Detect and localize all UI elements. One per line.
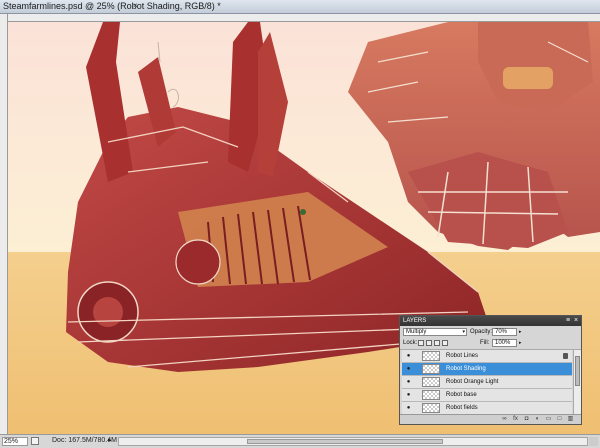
adjustment-icon[interactable]: ◐ (533, 416, 542, 423)
lock-all-icon[interactable] (442, 340, 448, 346)
group-icon[interactable]: ▭ (544, 416, 553, 423)
horizontal-ruler[interactable] (8, 14, 600, 22)
blend-mode-value: Multiply (406, 329, 427, 335)
eye-icon[interactable]: ● (404, 379, 413, 386)
opacity-input[interactable]: 70% (492, 328, 517, 336)
fill-slider-arrow-icon[interactable]: ▸ (519, 340, 522, 346)
layer-thumbnail (422, 403, 440, 413)
eye-icon[interactable]: ● (404, 353, 413, 360)
status-bar: 25% Doc: 167.5M/780.4M ▸ (0, 434, 600, 448)
layer-name: Robot Shading (446, 366, 486, 372)
layer-thumbnail (422, 364, 440, 374)
layers-panel-footer: ∞ fx ◘ ◐ ▭ □ ▥ (400, 414, 581, 424)
layer-row-robot-lines[interactable]: ● Robot Lines (402, 350, 572, 363)
panel-menu-icon[interactable]: ≡ (566, 316, 570, 326)
layers-panel-header[interactable]: LAYERS ≡ × (400, 316, 581, 326)
layer-row-robot-base[interactable]: ● Robot base (402, 389, 572, 402)
layer-thumbnail (422, 351, 440, 361)
lock-position-icon[interactable] (434, 340, 440, 346)
opacity-label: Opacity: (470, 329, 493, 335)
opacity-slider-arrow-icon[interactable]: ▸ (519, 329, 522, 335)
trash-icon[interactable]: ▥ (566, 416, 575, 423)
layer-name: Robot Lines (446, 353, 479, 359)
layers-scrollbar[interactable] (573, 350, 581, 414)
layer-list[interactable]: ● Robot Lines ● Robot Shading ● Robot Or… (402, 350, 572, 414)
lock-label: Lock: (403, 340, 418, 346)
document-icon[interactable] (31, 437, 39, 445)
fx-icon[interactable]: fx (511, 416, 520, 423)
zoom-level-field[interactable]: 25% (2, 437, 28, 446)
lock-icon (563, 353, 568, 359)
link-icon[interactable]: ∞ (500, 416, 509, 423)
layer-name: Robot Orange Light (446, 379, 499, 385)
lock-transparency-icon[interactable] (418, 340, 424, 346)
vertical-ruler[interactable] (0, 14, 8, 434)
mask-icon[interactable]: ◘ (522, 416, 531, 423)
document-title: Steamfarmlines.psd @ 25% (Robot Shading,… (3, 1, 221, 11)
status-menu-arrow-icon[interactable]: ▸ (108, 436, 112, 444)
lock-pixels-icon[interactable] (426, 340, 432, 346)
new-layer-icon[interactable]: □ (555, 416, 564, 423)
layer-name: Robot base (446, 392, 477, 398)
close-tab-icon[interactable]: × (133, 1, 138, 10)
layers-panel[interactable]: LAYERS ≡ × Multiply ▾ Opacity: 70% ▸ Loc… (399, 315, 582, 425)
resize-grip[interactable] (589, 437, 598, 446)
layers-scrollbar-thumb[interactable] (575, 356, 580, 386)
eye-icon[interactable]: ● (404, 366, 413, 373)
layer-name: Robot fields (446, 405, 478, 411)
horizontal-scrollbar-thumb[interactable] (247, 439, 443, 444)
layer-thumbnail (422, 377, 440, 387)
eye-icon[interactable]: ● (404, 405, 413, 412)
layers-panel-title: LAYERS (403, 318, 427, 324)
horizontal-scrollbar[interactable] (118, 437, 588, 446)
layer-row-robot-fields[interactable]: ● Robot fields (402, 402, 572, 414)
document-tab[interactable]: Steamfarmlines.psd @ 25% (Robot Shading,… (0, 0, 600, 14)
chevron-down-icon: ▾ (462, 329, 465, 335)
layer-thumbnail (422, 390, 440, 400)
fill-input[interactable]: 100% (492, 339, 517, 347)
fill-label: Fill: (480, 340, 490, 346)
layer-row-robot-shading[interactable]: ● Robot Shading (402, 363, 572, 376)
blend-mode-select[interactable]: Multiply ▾ (403, 328, 467, 336)
panel-close-icon[interactable]: × (574, 316, 578, 326)
layer-row-robot-orange-light[interactable]: ● Robot Orange Light (402, 376, 572, 389)
eye-icon[interactable]: ● (404, 392, 413, 399)
